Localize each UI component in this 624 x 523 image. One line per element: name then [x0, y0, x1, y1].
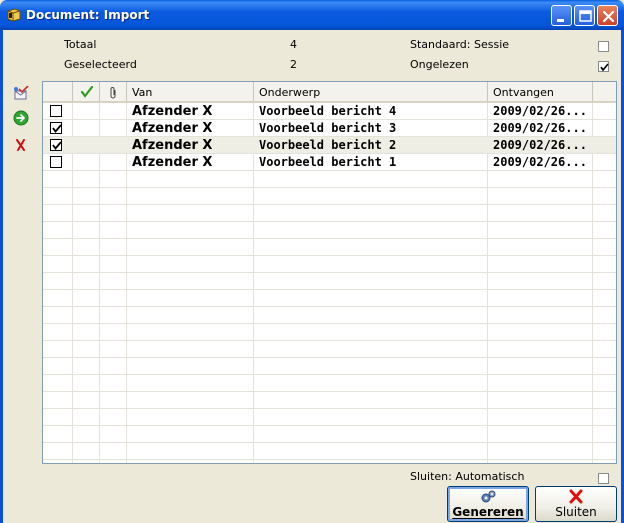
- cell-van: Afzender X: [132, 121, 213, 136]
- close-mode-label: Sluiten: Automatisch: [410, 470, 525, 483]
- empty-row: [43, 341, 616, 358]
- header-van[interactable]: Van: [127, 82, 254, 101]
- total-label: Totaal: [64, 38, 97, 51]
- cell-onderwerp: Voorbeeld bericht 3: [259, 121, 397, 135]
- cell-onderwerp: Voorbeeld bericht 1: [259, 155, 397, 169]
- empty-row: [43, 256, 616, 273]
- header-onderwerp[interactable]: Onderwerp: [254, 82, 488, 101]
- minimize-icon: [557, 19, 564, 22]
- empty-row: [43, 375, 616, 392]
- generate-button[interactable]: Genereren: [447, 486, 529, 522]
- standard-checkbox[interactable]: [598, 41, 609, 52]
- empty-row: [43, 392, 616, 409]
- gear-icon: [481, 490, 496, 503]
- row-checkbox[interactable]: [50, 122, 62, 134]
- selected-value: 2: [290, 58, 297, 71]
- cell-van: Afzender X: [132, 104, 213, 119]
- select-all-button[interactable]: [13, 85, 29, 102]
- checkmark-icon: [600, 63, 609, 72]
- empty-row: [43, 409, 616, 426]
- table-row[interactable]: Afzender X Voorbeeld bericht 3 2009/02/26.…: [43, 120, 616, 137]
- cell-ontvangen: 2009/02/26...: [493, 104, 587, 118]
- header-select-column[interactable]: [43, 82, 73, 101]
- empty-row: [43, 290, 616, 307]
- row-checkbox[interactable]: [50, 105, 62, 117]
- checkmark-icon: [52, 124, 62, 133]
- row-checkbox[interactable]: [50, 156, 62, 168]
- standard-label: Standaard: Sessie: [410, 38, 510, 51]
- delete-button[interactable]: [13, 137, 29, 153]
- paperclip-icon: [110, 87, 116, 99]
- go-arrow-icon: [13, 110, 29, 126]
- cell-ontvangen: 2009/02/26...: [493, 121, 587, 135]
- table-row[interactable]: Afzender X Voorbeeld bericht 4 2009/02/26.…: [43, 103, 616, 120]
- close-window-button[interactable]: [597, 5, 618, 26]
- row-checkbox[interactable]: [50, 139, 62, 151]
- empty-row: [43, 307, 616, 324]
- header-ontvangen[interactable]: Ontvangen: [488, 82, 593, 101]
- empty-row: [43, 358, 616, 375]
- generate-label: Genereren: [452, 505, 524, 519]
- header-attachment-column[interactable]: [100, 82, 127, 101]
- empty-row: [43, 171, 616, 188]
- unread-label: Ongelezen: [410, 58, 469, 71]
- empty-row: [43, 273, 616, 290]
- empty-row: [43, 239, 616, 256]
- cell-ontvangen: 2009/02/26...: [493, 138, 587, 152]
- table-row[interactable]: Afzender X Voorbeeld bericht 2 2009/02/26.…: [43, 137, 616, 154]
- window-title: Document: Import: [26, 8, 150, 22]
- selected-label: Geselecteerd: [64, 58, 137, 71]
- empty-row: [43, 443, 616, 460]
- cell-onderwerp: Voorbeeld bericht 2: [259, 138, 397, 152]
- empty-row: [43, 188, 616, 205]
- cell-onderwerp: Voorbeeld bericht 4: [259, 104, 397, 118]
- select-all-icon: [14, 85, 29, 100]
- header-check-column[interactable]: [73, 82, 100, 101]
- check-icon: [80, 85, 94, 98]
- cell-van: Afzender X: [132, 155, 213, 170]
- document-icon: [6, 7, 22, 23]
- empty-row: [43, 426, 616, 443]
- maximize-icon: [579, 10, 592, 22]
- cell-ontvangen: 2009/02/26...: [493, 155, 587, 169]
- message-grid[interactable]: Van Onderwerp Ontvangen Afzender X Voorbe…: [42, 81, 617, 464]
- window-frame-left: [0, 30, 3, 523]
- empty-row: [43, 324, 616, 341]
- cell-van: Afzender X: [132, 138, 213, 153]
- title-bar[interactable]: Document: Import: [0, 0, 624, 30]
- checkmark-icon: [52, 141, 62, 150]
- close-icon: [602, 10, 615, 23]
- minimize-button[interactable]: [551, 5, 572, 26]
- go-button[interactable]: [13, 110, 29, 126]
- grid-header: Van Onderwerp Ontvangen: [43, 82, 616, 103]
- delete-icon: [569, 489, 583, 504]
- close-mode-checkbox[interactable]: [598, 473, 609, 484]
- close-label: Sluiten: [555, 505, 597, 519]
- maximize-button[interactable]: [574, 5, 595, 26]
- empty-row: [43, 222, 616, 239]
- empty-row: [43, 205, 616, 222]
- delete-icon: [16, 139, 25, 151]
- unread-checkbox[interactable]: [598, 61, 609, 72]
- total-value: 4: [290, 38, 297, 51]
- table-row[interactable]: Afzender X Voorbeeld bericht 1 2009/02/26.…: [43, 154, 616, 171]
- close-button[interactable]: Sluiten: [535, 486, 617, 522]
